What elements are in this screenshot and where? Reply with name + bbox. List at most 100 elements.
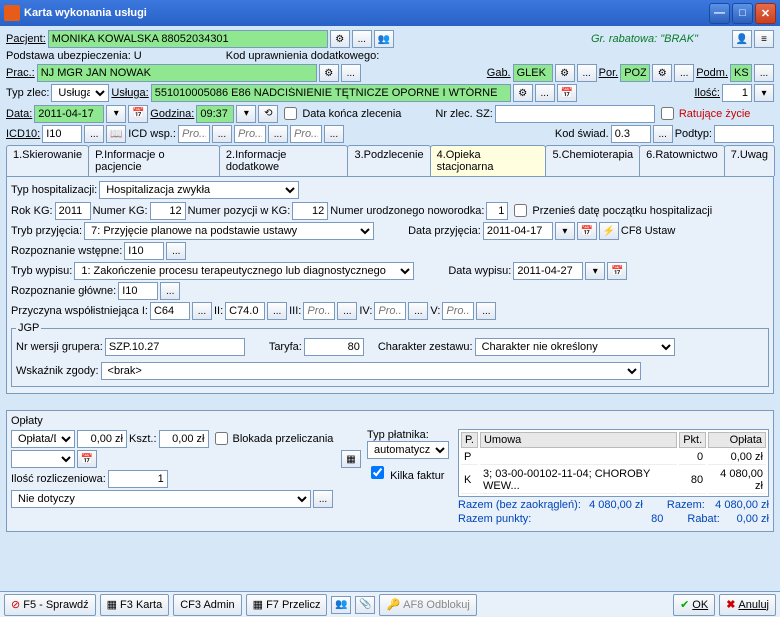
ilosc-input[interactable] <box>722 84 752 102</box>
ilosc-spin[interactable]: ▾ <box>754 84 774 102</box>
rozp-gl-more[interactable]: ... <box>160 282 180 300</box>
f5-button[interactable]: ⊘F5 - Sprawdź <box>4 594 96 616</box>
f3-button[interactable]: ▦F3 Karta <box>100 594 170 616</box>
icd-wsp-3-more[interactable]: ... <box>324 125 344 143</box>
tab-podzlecenie[interactable]: 3.Podzlecenie <box>347 145 430 176</box>
pacjent-search-button[interactable]: ⚙ <box>330 30 350 48</box>
af8-button[interactable]: 🔑AF8 Odblokuj <box>379 594 476 616</box>
prz-iv-more[interactable]: ... <box>408 302 428 320</box>
tab-opieka[interactable]: 4.Opieka stacjonarna <box>430 145 547 176</box>
table-row[interactable]: K3; 03-00-00102-11-04; CHOROBY WEW... 80… <box>461 467 766 494</box>
taryfa-input[interactable] <box>304 338 364 356</box>
f7-button[interactable]: ▦F7 Przelicz <box>246 594 328 616</box>
prz-iii-more[interactable]: ... <box>337 302 357 320</box>
anuluj-button[interactable]: ✖Anuluj <box>719 594 776 616</box>
prz-i-more[interactable]: ... <box>192 302 212 320</box>
podm-input[interactable] <box>730 64 752 82</box>
wskaznik-select[interactable]: <brak> <box>101 362 641 380</box>
maximize-button[interactable]: □ <box>732 3 753 24</box>
icd10-more[interactable]: ... <box>84 125 104 143</box>
tab-uwagi[interactable]: 7.Uwag <box>724 145 775 176</box>
data-wyp-input[interactable] <box>513 262 583 280</box>
rozp-wst-input[interactable] <box>124 242 164 260</box>
footer-users-icon[interactable]: 👥 <box>331 596 351 614</box>
data-konca-checkbox[interactable] <box>284 107 297 120</box>
table-row[interactable]: P 00,00 zł <box>461 450 766 465</box>
data-prz-cal-icon[interactable]: 📅 <box>577 222 597 240</box>
oplata-grid-icon[interactable]: ▦ <box>341 450 361 468</box>
tab-ratownictwo[interactable]: 6.Ratownictwo <box>639 145 725 176</box>
prz-iii-input[interactable] <box>303 302 335 320</box>
tryb-prz-select[interactable]: 7: Przyjęcie planowe na podstawie ustawy <box>84 222 374 240</box>
pacjent-users-icon[interactable]: 👥 <box>374 30 394 48</box>
cf8-flash-icon[interactable]: ⚡ <box>599 222 619 240</box>
tab-skierowanie[interactable]: 1.Skierowanie <box>6 145 89 176</box>
kod-swiad-input[interactable] <box>611 125 651 143</box>
prz-ii-more[interactable]: ... <box>267 302 287 320</box>
pacjent-more-button[interactable]: ... <box>352 30 372 48</box>
numer-kg-input[interactable] <box>150 202 186 220</box>
help-icon[interactable]: 👤 <box>732 30 752 48</box>
charakter-select[interactable]: Charakter nie określony <box>475 338 675 356</box>
icd-wsp-1-more[interactable]: ... <box>212 125 232 143</box>
prz-v-more[interactable]: ... <box>476 302 496 320</box>
podtyp-input[interactable] <box>714 125 774 143</box>
icd-wsp-2[interactable] <box>234 125 266 143</box>
por-btn[interactable]: ⚙ <box>652 64 672 82</box>
minimize-button[interactable]: — <box>709 3 730 24</box>
prz-ii-input[interactable] <box>225 302 265 320</box>
godzina-btn[interactable]: ⟲ <box>258 105 278 123</box>
typ-zlec-select[interactable]: Usługa <box>51 84 109 102</box>
ilosc-roz-input[interactable] <box>108 470 168 488</box>
usluga-input[interactable] <box>151 84 511 102</box>
noworodka-input[interactable] <box>486 202 508 220</box>
menu-icon[interactable]: ≡ <box>754 30 774 48</box>
oplata-blank-select[interactable] <box>11 450 75 468</box>
prz-i-input[interactable] <box>150 302 190 320</box>
data-cal-icon[interactable]: 📅 <box>128 105 148 123</box>
data-prz-input[interactable] <box>483 222 553 240</box>
footer-clip-icon[interactable]: 📎 <box>355 596 375 614</box>
gab-btn[interactable]: ⚙ <box>555 64 575 82</box>
prac-more-button[interactable]: ... <box>341 64 361 82</box>
blokada-checkbox[interactable] <box>215 432 228 445</box>
th-umowa[interactable]: Umowa <box>480 432 677 448</box>
typ-plat-select[interactable]: automatyczn <box>367 441 449 459</box>
kszt-input[interactable] <box>159 430 209 448</box>
icd-wsp-3[interactable] <box>290 125 322 143</box>
prz-iv-input[interactable] <box>374 302 406 320</box>
tryb-wyp-select[interactable]: 1: Zakończenie procesu terapeutycznego l… <box>74 262 414 280</box>
usluga-more[interactable]: ... <box>535 84 555 102</box>
prac-input[interactable] <box>37 64 317 82</box>
tab-info-pacjent[interactable]: P.Informacje o pacjencie <box>88 145 220 176</box>
oplata-d-input[interactable] <box>77 430 127 448</box>
icd10-input[interactable] <box>42 125 82 143</box>
por-more[interactable]: ... <box>674 64 694 82</box>
pozycji-input[interactable] <box>292 202 328 220</box>
ratujace-checkbox[interactable] <box>661 107 674 120</box>
kilka-checkbox[interactable] <box>371 466 384 479</box>
data-prz-spin[interactable]: ▾ <box>555 222 575 240</box>
cf8-label[interactable]: CF8 Ustaw <box>621 225 675 237</box>
nie-dotyczy-select[interactable]: Nie dotyczy <box>11 490 311 508</box>
gab-input[interactable] <box>513 64 553 82</box>
th-pkt[interactable]: Pkt. <box>679 432 706 448</box>
nie-dotyczy-more[interactable]: ... <box>313 490 333 508</box>
godzina-spin[interactable]: ▾ <box>236 105 256 123</box>
kod-swiad-more[interactable]: ... <box>653 125 673 143</box>
prz-v-input[interactable] <box>442 302 474 320</box>
nr-zlec-input[interactable] <box>495 105 655 123</box>
rok-kg-input[interactable] <box>55 202 91 220</box>
cf3-button[interactable]: CF3 Admin <box>173 594 241 616</box>
oplata-d-select[interactable]: Opłata/D <box>11 430 75 448</box>
usluga-btn[interactable]: ⚙ <box>513 84 533 102</box>
icd-wsp-2-more[interactable]: ... <box>268 125 288 143</box>
prac-search-button[interactable]: ⚙ <box>319 64 339 82</box>
icd10-book-icon[interactable]: 📖 <box>106 125 126 143</box>
godzina-input[interactable] <box>196 105 234 123</box>
nr-wersji-input[interactable] <box>105 338 245 356</box>
usluga-cal[interactable]: 📅 <box>557 84 577 102</box>
rozp-gl-input[interactable] <box>118 282 158 300</box>
podm-more[interactable]: ... <box>754 64 774 82</box>
typ-hosp-select[interactable]: Hospitalizacja zwykła <box>99 181 299 199</box>
